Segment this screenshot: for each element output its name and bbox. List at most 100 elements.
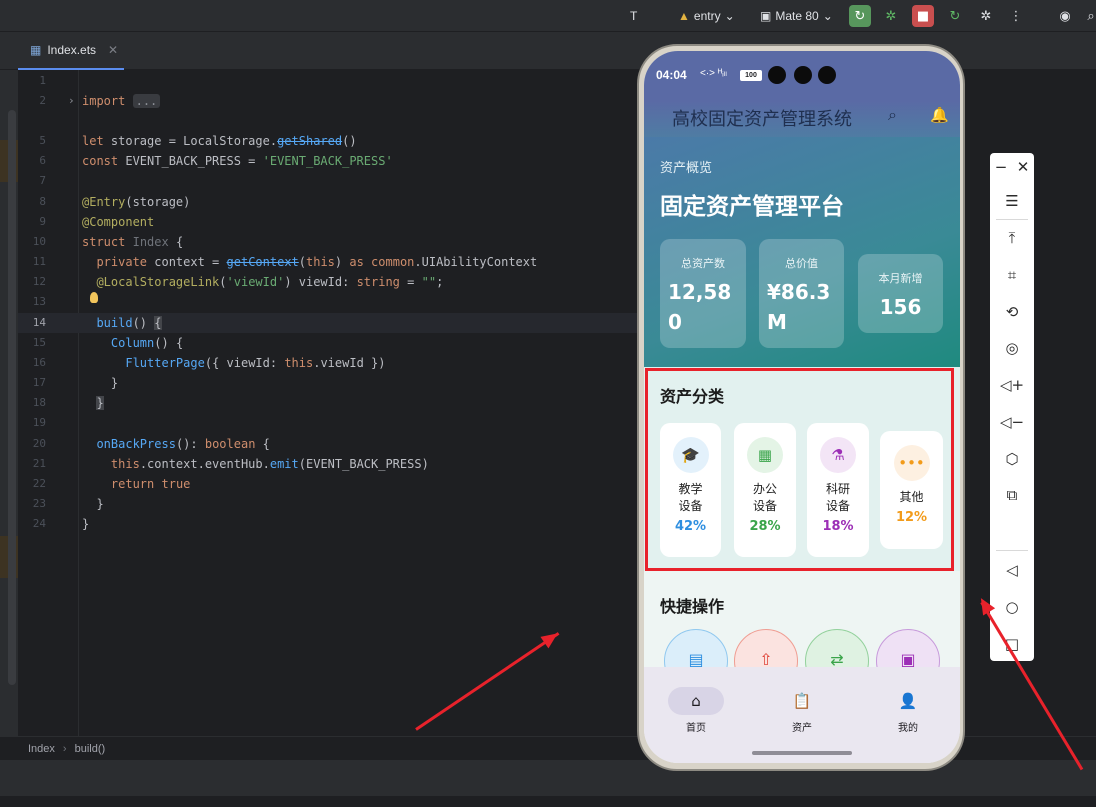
line-number: 24 bbox=[32, 517, 46, 530]
battery-icon: 100 bbox=[740, 70, 762, 81]
code-line-11: 11 private context = getContext(this) as… bbox=[18, 252, 638, 272]
device-label: Mate 80 bbox=[775, 9, 819, 23]
code-line-23: 23 } bbox=[18, 494, 638, 514]
line-number: 10 bbox=[32, 235, 46, 248]
line-number: 13 bbox=[32, 295, 46, 308]
rotate-icon[interactable]: ⟲ bbox=[990, 298, 1034, 326]
more-vert-icon[interactable]: ⋮ bbox=[1005, 5, 1027, 27]
search-icon[interactable]: ⌕ bbox=[888, 105, 897, 125]
app-title: 高校固定资产管理系统 bbox=[672, 109, 852, 130]
line-number: 1 bbox=[39, 74, 46, 87]
code-line-2: 2 › import ... bbox=[18, 91, 638, 111]
crop-icon[interactable]: ⌗ bbox=[990, 261, 1034, 289]
multi-screen-icon[interactable]: ⧉ bbox=[990, 481, 1034, 509]
rerun-icon[interactable]: ↻ bbox=[944, 5, 966, 27]
bell-icon[interactable]: 🔔 bbox=[930, 106, 949, 124]
lightbulb-icon[interactable] bbox=[90, 292, 98, 303]
hero-subtitle: 资产概览 bbox=[660, 161, 713, 176]
home-indicator[interactable] bbox=[752, 751, 852, 755]
home-button-icon[interactable]: ○ bbox=[990, 593, 1034, 621]
record-icon[interactable]: ◎ bbox=[990, 334, 1034, 362]
nav-label: 我的 bbox=[898, 723, 918, 734]
minimize-icon[interactable]: − bbox=[990, 153, 1012, 181]
line-number: 17 bbox=[32, 376, 46, 389]
run-icon[interactable]: ↻ bbox=[849, 5, 871, 27]
stat-label: 总价值 bbox=[785, 257, 818, 270]
code-line-1: 1 bbox=[18, 71, 638, 91]
line-number: 7 bbox=[39, 174, 46, 187]
status-time: 04:04 bbox=[656, 68, 687, 82]
quick-actions-title: 快捷操作 bbox=[660, 597, 725, 616]
chevron-right-icon: › bbox=[62, 742, 67, 755]
code-line-17: 17 } bbox=[18, 373, 638, 393]
line-number: 19 bbox=[32, 416, 46, 429]
code-line-7: 7 bbox=[18, 171, 638, 191]
line-number: 22 bbox=[32, 477, 46, 490]
code-line-13: 13 bbox=[18, 292, 638, 312]
tab-label: Index.ets bbox=[47, 43, 97, 57]
device-select[interactable]: ▣ Mate 80 ⌄ bbox=[760, 6, 833, 26]
debug-icon[interactable]: ✲ bbox=[880, 5, 902, 27]
line-number: 5 bbox=[39, 134, 46, 147]
stat-value: ¥86.3 M bbox=[767, 280, 831, 334]
overview-hero: 资产概览 固定资产管理平台 总资产数 12,58 0 总价值 ¥86.3 M 本… bbox=[644, 137, 960, 367]
status-bar bbox=[0, 796, 1096, 807]
code-line-14: 14 build() { bbox=[18, 313, 638, 334]
breadcrumb-member[interactable]: build() bbox=[75, 743, 106, 755]
back-icon[interactable]: ◁ bbox=[990, 556, 1034, 584]
run-config-select[interactable]: ▲ entry ⌄ bbox=[678, 6, 735, 26]
clipboard-icon: 📋 bbox=[792, 692, 812, 710]
stat-value: 156 bbox=[879, 295, 922, 319]
code-line-9: 9 @Component bbox=[18, 212, 638, 232]
person-icon: 👤 bbox=[898, 692, 918, 710]
chevron-down-icon: ⌄ bbox=[724, 9, 735, 23]
stat-card-total-value[interactable]: 总价值 ¥86.3 M bbox=[759, 239, 844, 348]
settings-icon[interactable]: ◉ bbox=[1054, 5, 1076, 27]
close-icon[interactable]: ✕ bbox=[1012, 153, 1034, 181]
stop-icon[interactable]: ■ bbox=[912, 5, 934, 27]
pin-top-icon[interactable]: ⤒ bbox=[990, 224, 1034, 252]
code-line-6: 6 const EVENT_BACK_PRESS = 'EVENT_BACK_PR… bbox=[18, 151, 638, 171]
stat-card-new-this-month[interactable]: 本月新增 156 bbox=[858, 254, 943, 333]
toolbar-divider bbox=[996, 219, 1028, 220]
fold-arrow-icon[interactable]: › bbox=[68, 91, 75, 111]
camera-icon bbox=[768, 66, 786, 84]
line-number: 2 bbox=[39, 94, 46, 107]
editor-scrollbar[interactable] bbox=[8, 110, 16, 685]
highlight-box bbox=[645, 368, 954, 571]
volume-down-icon[interactable]: ◁− bbox=[990, 408, 1034, 436]
nav-item-mine[interactable]: 👤 我的 bbox=[868, 687, 948, 734]
run-config-label: entry bbox=[693, 9, 721, 23]
camera-icon bbox=[818, 66, 836, 84]
chevron-down-icon: ⌄ bbox=[822, 9, 833, 23]
code-line-12: 12 @LocalStorageLink('viewId') viewId: s… bbox=[18, 272, 638, 292]
nav-item-home[interactable]: ⌂ 首页 bbox=[656, 687, 736, 734]
stat-value: 12,58 0 bbox=[668, 280, 732, 334]
code-line-21: 21 this.context.eventHub.emit(EVENT_BACK… bbox=[18, 454, 638, 474]
close-icon[interactable]: ✕ bbox=[108, 43, 118, 57]
nav-item-assets[interactable]: 📋 资产 bbox=[762, 687, 842, 734]
tab-index-ets[interactable]: ▦ Index.ets ✕ bbox=[18, 32, 124, 70]
profiler-icon[interactable]: ✲ bbox=[975, 5, 997, 27]
breadcrumb-file[interactable]: Index bbox=[28, 743, 55, 755]
stat-label: 本月新增 bbox=[878, 272, 923, 285]
line-number: 6 bbox=[39, 154, 46, 167]
line-number: 21 bbox=[32, 457, 46, 470]
toolbar-divider bbox=[996, 550, 1028, 551]
stat-card-total-count[interactable]: 总资产数 12,58 0 bbox=[660, 239, 746, 348]
volume-up-icon[interactable]: ◁+ bbox=[990, 371, 1034, 399]
device-icon: ▣ bbox=[760, 9, 772, 23]
signal-icon: <·> ᴴᵢₗₗ bbox=[700, 68, 727, 79]
text-tool-icon[interactable]: T bbox=[630, 6, 637, 26]
nav-label: 首页 bbox=[686, 723, 706, 734]
app-bar: 高校固定资产管理系统 ⌕ 🔔 bbox=[644, 101, 960, 137]
line-number: 8 bbox=[39, 195, 46, 208]
rotate-device-icon[interactable]: ⬡ bbox=[990, 445, 1034, 473]
code-line-24: 24} bbox=[18, 514, 638, 534]
code-line-22: 22 return true bbox=[18, 474, 638, 494]
line-number: 23 bbox=[32, 497, 46, 510]
code-line-8: 8 @Entry(storage) bbox=[18, 192, 638, 212]
home-icon: ⌂ bbox=[668, 687, 724, 715]
menu-icon[interactable]: ☰ bbox=[990, 187, 1034, 215]
search-icon[interactable]: ⌕ bbox=[1080, 5, 1096, 27]
